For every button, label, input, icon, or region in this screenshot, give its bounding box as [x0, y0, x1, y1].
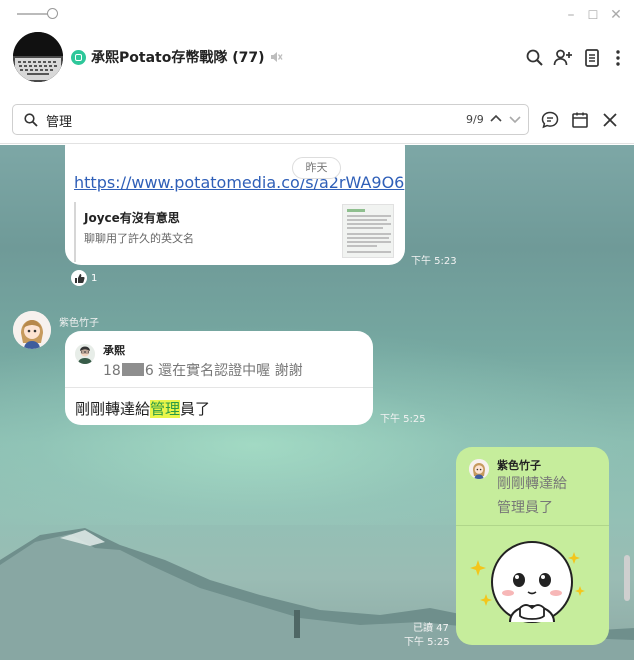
message-time: 下午 5:23 [411, 256, 457, 267]
quoted-text-suffix: 6 還在實名認證中喔 謝謝 [144, 363, 303, 379]
message-time: 下午 5:25 [404, 637, 450, 648]
search-icon[interactable] [524, 47, 546, 69]
reaction-count: 1 [91, 272, 98, 284]
opacity-slider-knob[interactable] [47, 8, 58, 19]
link-preview-title: Joyce有沒有意思 [84, 211, 180, 225]
reply-message-text: 剛剛轉達給管理員了 [75, 398, 210, 419]
add-friend-icon[interactable] [552, 47, 574, 69]
chat-header: 承熙Potato存幣戰隊 (77) [0, 30, 634, 92]
message-text-part: 剛剛轉達給 [75, 400, 151, 418]
notes-icon[interactable] [581, 47, 603, 69]
chat-area[interactable]: https://www.potatomedia.co/s/a2rWA9O6 Jo… [0, 145, 634, 660]
message-text-part: 員了 [180, 400, 211, 418]
close-search-icon[interactable] [600, 110, 620, 130]
search-highlight: 管理 [150, 400, 181, 418]
official-badge-icon [71, 49, 86, 65]
reply-divider [65, 387, 373, 388]
quoted-sender-avatar [469, 459, 489, 479]
sender-name: 紫色竹子 [59, 318, 99, 329]
link-preview-thumbnail [342, 204, 394, 258]
message-reaction[interactable]: 1 [70, 269, 97, 287]
quoted-message-line: 管理員了 [497, 500, 553, 516]
title-bar: – ☐ ✕ [0, 0, 634, 30]
message-link[interactable]: https://www.potatomedia.co/s/a2rWA9O6 [74, 173, 404, 192]
sender-avatar[interactable] [13, 311, 51, 349]
link-preview-card[interactable]: Joyce有沒有意思 聊聊用了許久的英文名 [74, 202, 394, 262]
quoted-sender-name: 紫色竹子 [497, 459, 541, 472]
quoted-sender-avatar [75, 344, 95, 364]
mute-icon [271, 52, 284, 62]
minimize-button[interactable]: – [562, 6, 580, 24]
calendar-icon[interactable] [570, 110, 590, 130]
quoted-sender-name: 承熙 [103, 344, 125, 357]
search-icon [24, 113, 38, 127]
chat-filter-icon[interactable] [540, 110, 560, 130]
message-time: 下午 5:25 [380, 414, 426, 425]
opacity-slider-track[interactable] [17, 13, 51, 15]
group-title-row[interactable]: 承熙Potato存幣戰隊 (77) [71, 47, 284, 67]
thumbs-up-reaction-icon [71, 270, 87, 286]
search-box[interactable]: 9/9 [12, 104, 529, 135]
date-separator-chip: 昨天 [292, 157, 341, 179]
close-button[interactable]: ✕ [607, 6, 625, 24]
next-result-icon[interactable] [508, 111, 522, 127]
previous-result-icon[interactable] [489, 111, 503, 127]
link-preview-description: 聊聊用了許久的英文名 [84, 232, 194, 245]
search-bar: 9/9 [0, 100, 634, 144]
white-blob-sticker-icon[interactable] [470, 538, 588, 638]
group-name: 承熙Potato存幣戰隊 (77) [91, 50, 265, 66]
more-options-icon[interactable] [607, 47, 629, 69]
chat-scrollbar[interactable] [624, 555, 630, 601]
group-avatar[interactable] [13, 32, 63, 82]
quoted-text-prefix: 18 [103, 363, 121, 379]
redacted-block [121, 363, 144, 376]
quoted-message-line: 剛剛轉達給 [497, 476, 567, 492]
maximize-button[interactable]: ☐ [584, 6, 602, 24]
quoted-message-text: 18 6 還在實名認證中喔 謝謝 [103, 360, 303, 380]
reply-divider [456, 525, 609, 526]
search-result-count: 9/9 [466, 113, 484, 126]
search-input[interactable] [46, 111, 446, 129]
read-receipt: 已讀 47 [413, 623, 449, 634]
